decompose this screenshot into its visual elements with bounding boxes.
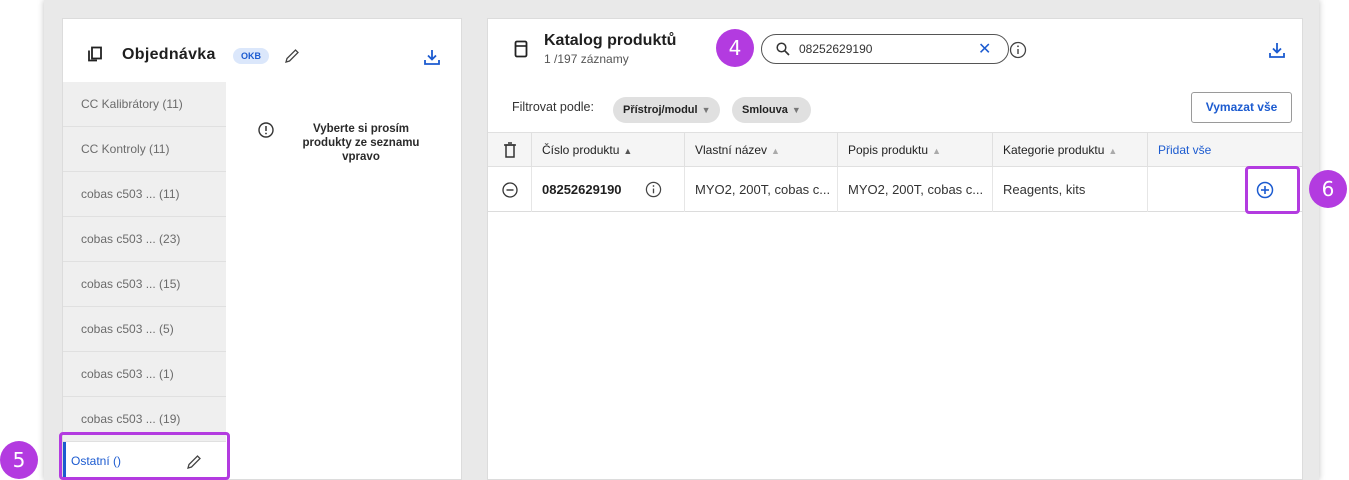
sort-arrow-icon: ▲ [932, 146, 941, 156]
filter-chip-label: Přístroj/modul [623, 104, 698, 116]
catalog-icon [514, 40, 528, 58]
category-item[interactable]: CC Kontroly (11) [63, 127, 226, 172]
empty-order-text: Vyberte si prosím produkty ze seznamu vp… [302, 123, 420, 163]
search-input[interactable] [799, 40, 969, 58]
category-item[interactable]: CC Kalibrátory (11) [63, 82, 226, 127]
filter-chip-label: Smlouva [742, 104, 788, 116]
annotation-marker-add: 6 [1309, 170, 1347, 208]
own-name-cell: MYO2, 200T, cobas c... [684, 167, 837, 212]
column-header-category[interactable]: Kategorie produktu ▲ [992, 133, 1147, 168]
category-list: CC Kalibrátory (11) CC Kontroly (11) cob… [63, 82, 226, 480]
sort-arrow-icon: ▲ [623, 146, 633, 156]
category-item[interactable]: cobas c503 ... (11) [63, 172, 226, 217]
column-header-description[interactable]: Popis produktu ▲ [837, 133, 992, 168]
catalog-panel: Katalog produktů 1 /197 záznamy ✕ Filtro… [487, 18, 1303, 480]
column-label: Číslo produktu [542, 143, 620, 157]
highlight-category [59, 432, 230, 480]
column-label: Vlastní název [695, 143, 768, 157]
info-icon[interactable] [1009, 41, 1027, 59]
sort-arrow-icon: ▲ [1108, 146, 1118, 156]
download-order-icon[interactable] [423, 48, 441, 66]
copy-icon [88, 46, 102, 62]
filter-bar: Filtrovat podle: Přístroj/modul ▼ Smlouva… [488, 89, 1302, 131]
edit-order-icon[interactable] [284, 48, 300, 64]
product-number-cell: 08252629190 [531, 167, 684, 212]
column-label: Popis produktu [848, 143, 929, 157]
dropdown-caret-icon: ▼ [791, 105, 801, 115]
catalog-title: Katalog produktů [544, 32, 677, 49]
table-header: Číslo produktu ▲ Vlastní název ▲ Popis pro… [488, 132, 1302, 168]
column-header-own-name[interactable]: Vlastní název ▲ [684, 133, 837, 168]
trash-icon[interactable] [503, 142, 517, 158]
table-row: 08252629190 MYO2, 200T, cobas c... MYO2,… [488, 167, 1302, 212]
category-item[interactable]: cobas c503 ... (1) [63, 352, 226, 397]
category-item[interactable]: cobas c503 ... (5) [63, 307, 226, 352]
highlight-add-button [1245, 166, 1300, 214]
order-header: Objednávka OKB [63, 19, 463, 81]
order-title: Objednávka [122, 46, 216, 63]
product-number: 08252629190 [542, 182, 622, 197]
category-item[interactable]: cobas c503 ... (23) [63, 217, 226, 262]
filter-label: Filtrovat podle: [512, 100, 594, 114]
alert-icon [258, 122, 274, 138]
column-header-product-number[interactable]: Číslo produktu ▲ [531, 133, 684, 168]
annotation-marker-search: 4 [716, 29, 754, 67]
dropdown-caret-icon: ▼ [701, 105, 711, 115]
search-box[interactable]: ✕ [761, 34, 1009, 64]
order-panel: Objednávka OKB CC Kalibrátory (11) CC Ko… [62, 18, 462, 480]
column-label: Kategorie produktu [1003, 143, 1105, 157]
remove-circle-icon[interactable] [502, 182, 518, 198]
annotation-marker-category: 5 [0, 441, 38, 479]
category-cell: Reagents, kits [992, 167, 1147, 212]
filter-chip-instrument[interactable]: Přístroj/modul ▼ [613, 97, 721, 123]
search-icon [776, 42, 790, 56]
add-all-link[interactable]: Přidat vše [1147, 133, 1302, 168]
clear-search-icon[interactable]: ✕ [978, 39, 991, 59]
category-item[interactable]: cobas c503 ... (15) [63, 262, 226, 307]
clear-all-button[interactable]: Vymazat vše [1191, 92, 1292, 123]
record-count: 1 /197 záznamy [544, 52, 629, 66]
status-badge: OKB [233, 48, 269, 64]
sort-arrow-icon: ▲ [771, 146, 780, 156]
description-cell: MYO2, 200T, cobas c... [837, 167, 992, 212]
info-icon[interactable] [645, 181, 662, 198]
download-catalog-icon[interactable] [1268, 41, 1286, 59]
filter-chip-contract[interactable]: Smlouva ▼ [732, 97, 811, 123]
